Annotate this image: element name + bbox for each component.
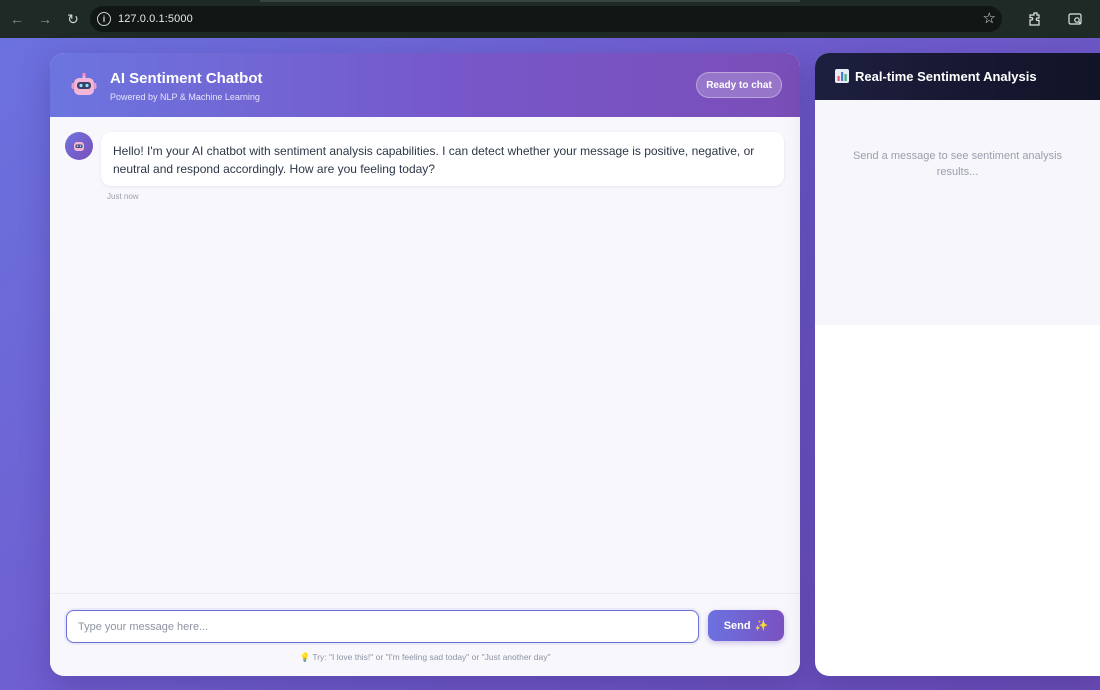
sentiment-title: Real-time Sentiment Analysis bbox=[855, 69, 1037, 84]
sparkle-icon: ✨ bbox=[754, 620, 769, 632]
hint-text-row: 💡 Try: "I love this!" or "I'm feeling sa… bbox=[50, 652, 800, 663]
tab-strip bbox=[260, 0, 800, 2]
address-bar[interactable]: i 127.0.0.1:5000 ☆ bbox=[90, 6, 1002, 32]
browser-actions bbox=[1022, 0, 1100, 38]
status-badge: Ready to chat bbox=[696, 72, 782, 98]
message-input[interactable] bbox=[66, 610, 699, 643]
browser-toolbar: ← → ↻ i 127.0.0.1:5000 ☆ bbox=[0, 0, 1100, 38]
input-area: Send ✨ 💡 Try: "I love this!" or "I'm fee… bbox=[50, 593, 800, 676]
url-text[interactable]: 127.0.0.1:5000 bbox=[118, 13, 193, 25]
send-button[interactable]: Send ✨ bbox=[708, 610, 784, 641]
forward-arrow-icon[interactable]: → bbox=[32, 6, 58, 32]
robot-avatar-icon bbox=[74, 142, 84, 151]
message-timestamp: Just now bbox=[107, 192, 139, 201]
chat-header: AI Sentiment Chatbot Powered by NLP & Ma… bbox=[50, 53, 800, 117]
app-subtitle: Powered by NLP & Machine Learning bbox=[110, 92, 260, 102]
sentiment-panel: Real-time Sentiment Analysis Send a mess… bbox=[815, 53, 1100, 676]
sentiment-empty-text: Send a message to see sentiment analysis… bbox=[852, 150, 1063, 178]
lightbulb-icon: 💡 bbox=[299, 652, 311, 662]
bar-chart-icon bbox=[835, 69, 849, 83]
extensions-icon[interactable] bbox=[1022, 5, 1050, 33]
hint-text: Try: "I love this!" or "I'm feeling sad … bbox=[312, 652, 551, 662]
robot-logo-icon bbox=[71, 72, 97, 95]
tab-search-icon[interactable] bbox=[1061, 5, 1089, 33]
bot-message-bubble: Hello! I'm your AI chatbot with sentimen… bbox=[101, 132, 784, 186]
back-arrow-icon[interactable]: ← bbox=[4, 6, 30, 32]
bookmark-star-icon[interactable]: ☆ bbox=[983, 9, 996, 27]
reload-icon[interactable]: ↻ bbox=[60, 6, 86, 32]
site-info-icon[interactable]: i bbox=[97, 12, 111, 26]
sentiment-results: Send a message to see sentiment analysis… bbox=[815, 100, 1100, 325]
app-title: AI Sentiment Chatbot bbox=[110, 70, 263, 87]
message-list[interactable]: Hello! I'm your AI chatbot with sentimen… bbox=[50, 117, 800, 593]
bot-avatar bbox=[65, 132, 93, 160]
send-button-label: Send bbox=[723, 619, 751, 632]
sentiment-header: Real-time Sentiment Analysis bbox=[815, 53, 1100, 100]
chat-panel: AI Sentiment Chatbot Powered by NLP & Ma… bbox=[50, 53, 800, 676]
